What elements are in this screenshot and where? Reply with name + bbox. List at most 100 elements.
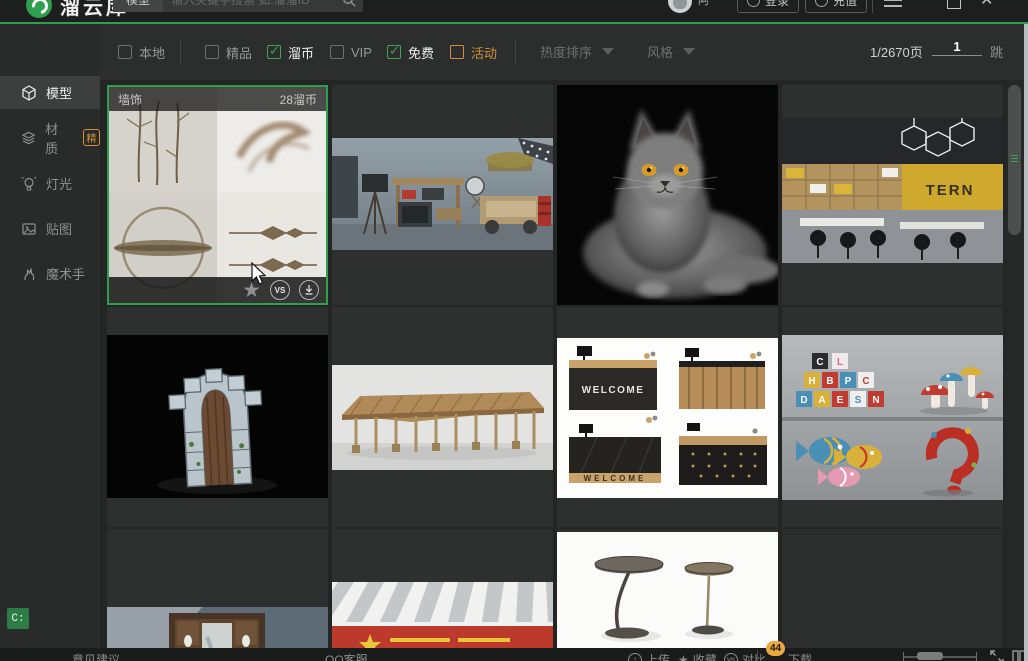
page-jump-button[interactable]: 跳 [990,42,1003,61]
download-button[interactable]: 下载 [788,651,812,661]
block-letter: E [837,395,844,406]
mouse-cursor [251,262,269,286]
checkbox-boutique[interactable]: 精品 [205,42,252,62]
scrollbar-thumb[interactable] [1008,85,1021,235]
upload-label: 上传 [646,651,670,661]
model-card-stone-arch[interactable] [107,307,328,527]
feedback-link[interactable]: 意见建议 [72,651,120,661]
checkbox-box [330,45,344,59]
sidebar-item-materials[interactable]: 材质 精 [0,121,100,154]
checkbox-vip[interactable]: VIP [330,42,372,62]
checkbox-free[interactable]: 免费 [387,42,434,62]
model-card-side-tables[interactable] [557,529,778,648]
download-count-badge: 44 [766,641,785,656]
upload-button[interactable]: ↑ 上传 [628,651,670,661]
sidebar-label: 材质 [45,119,70,157]
recharge-button[interactable]: 充值 [805,0,867,13]
chevron-down-icon [602,48,614,55]
welcome-base-text: WELCOME [584,474,647,483]
model-card-cat[interactable] [557,85,778,305]
checkbox-box [205,45,219,59]
filter-toolbar: 本地 精品 溜币 VIP 免费 活动 热度排序 风格 [100,24,1028,80]
close-icon[interactable]: ✕ [980,0,993,9]
favorites-label: 收藏 [693,651,717,661]
card-price: 28溜币 [280,91,317,108]
block-letter: N [872,395,879,406]
toolbar-divider [180,39,181,65]
scrollbar-track[interactable] [1006,80,1024,648]
support-link[interactable]: QQ客服 [325,651,368,661]
status-bar: 意见建议 QQ客服 ↑ 上传 ★ 收藏 vs 对比 下载 [0,648,1028,661]
checkbox-box [118,45,132,59]
scrollbar-grip [1008,153,1021,162]
block-letter: L [837,357,843,368]
slider-max-tick [976,652,977,661]
upload-icon: ↑ [628,653,642,661]
window-edge [1024,24,1028,661]
model-card-vintage-scene[interactable] [332,85,553,305]
model-card-empty[interactable] [782,529,1003,648]
login-button[interactable]: 登录 [737,0,799,13]
block-letter: S [855,395,862,406]
office-wall-text: TERN [926,182,975,199]
coin-icon [815,0,828,7]
stone-arch-photo [107,335,328,498]
fullscreen-icon[interactable] [990,650,1004,661]
model-card-office[interactable]: TERN [782,85,1003,305]
model-card-wall-decor[interactable]: 墙饰 28溜币 ★ VS [107,85,328,305]
model-card-pergola[interactable] [332,307,553,527]
user-avatar[interactable] [668,0,692,13]
login-label: 登录 [765,0,789,9]
compare-vs-icon[interactable]: VS [270,280,290,300]
card-title: 墙饰 [118,91,142,108]
favorites-button[interactable]: ★ 收藏 [678,651,717,661]
maximize-icon[interactable] [947,0,961,9]
cabinet-photo [107,607,328,648]
person-icon [747,0,760,7]
checkbox-event[interactable]: 活动 [450,42,497,62]
search-button[interactable] [334,0,363,12]
block-letter: B [826,376,833,387]
checkbox-label: 活动 [471,43,497,62]
sidebar-item-models[interactable]: 模型 [0,76,100,109]
download-label: 下载 [788,651,812,661]
model-card-reception[interactable]: WELCOME WELCOME [557,307,778,527]
kids-decor-photo: C L H B P C D A E S N [782,335,1003,500]
sort-dropdown[interactable]: 热度排序 [540,42,614,61]
search-category-dropdown[interactable]: 模型 [113,0,163,12]
checkbox-box-checked [387,45,401,59]
premium-badge: 精 [83,129,100,146]
sidebar-item-textures[interactable]: 贴图 [0,212,100,245]
sidebar-item-magic-hand[interactable]: 魔术手 [0,257,100,290]
checkbox-coin[interactable]: 溜币 [267,42,314,62]
checkbox-local[interactable]: 本地 [118,42,165,62]
sidebar-label: 模型 [46,83,72,102]
welcome-sign-text: WELCOME [582,385,645,396]
bulb-icon [21,176,37,192]
sidebar: 模型 材质 精 灯光 贴图 [0,24,100,648]
compare-button[interactable]: vs 对比 [724,651,766,661]
model-card-kids-decor[interactable]: C L H B P C D A E S N [782,307,1003,527]
app-window: 溜云库 模型 阿 登录 充值 ✕ [0,0,1028,661]
search-bar: 模型 [113,0,363,12]
sidebar-item-lights[interactable]: 灯光 [0,167,100,200]
layers-icon [21,130,36,146]
drive-badge: C: [7,608,29,629]
style-label: 风格 [647,42,673,61]
side-tables-photo [557,532,778,648]
slider-min-tick [903,652,904,661]
block-letter: C [816,357,823,368]
model-card-cabinet[interactable] [107,529,328,648]
chevron-down-icon [683,48,695,55]
page-info: 1/2670页 [870,42,923,61]
checkbox-box-checked [267,45,281,59]
page-jump-input[interactable] [932,38,982,56]
search-input[interactable] [163,0,334,12]
menu-icon[interactable] [884,0,902,11]
accent-line [0,22,1028,24]
style-dropdown[interactable]: 风格 [647,42,695,61]
slider-thumb[interactable] [917,652,943,660]
download-icon[interactable] [299,280,319,300]
model-card-culture-wall[interactable] [332,529,553,648]
block-letter: A [818,395,825,406]
